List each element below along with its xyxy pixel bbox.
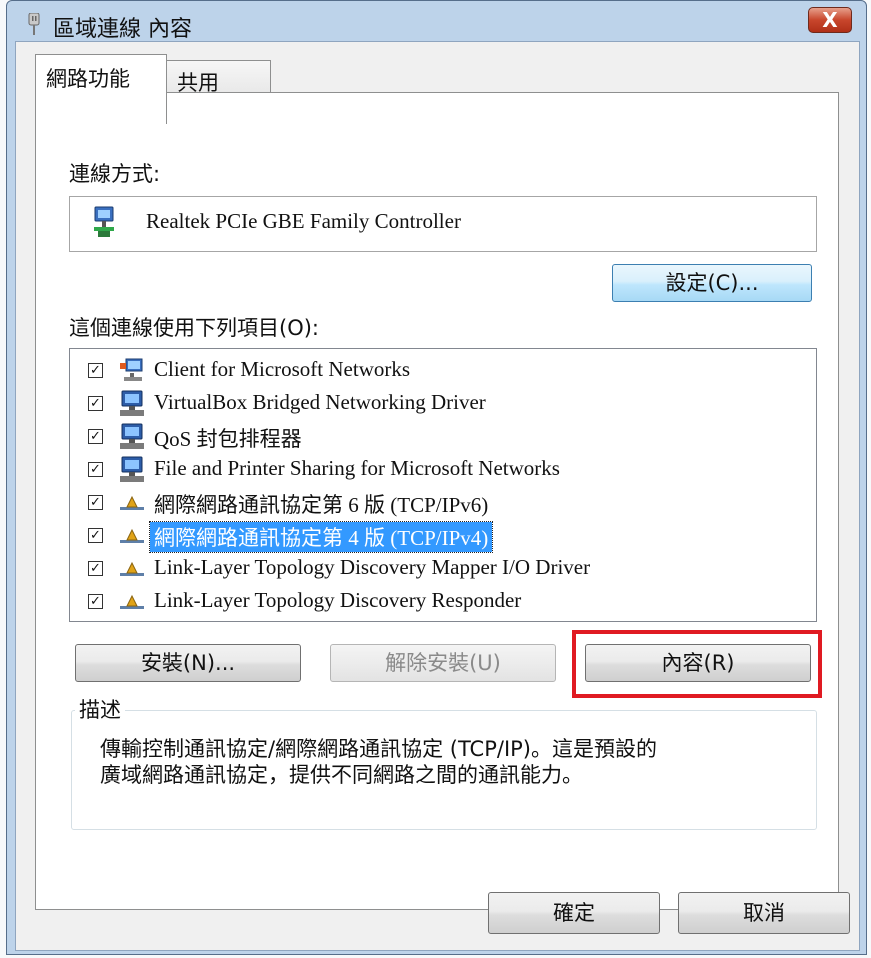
list-item[interactable]: ✓ Client for Microsoft Networks — [70, 353, 816, 386]
item-label: Link-Layer Topology Discovery Mapper I/O… — [154, 555, 591, 579]
protocol-icon — [120, 594, 144, 609]
network-service-icon — [120, 456, 144, 482]
item-label: Link-Layer Topology Discovery Responder — [154, 588, 522, 612]
item-checkbox[interactable]: ✓ — [88, 561, 103, 576]
item-label: 網際網路通訊協定第 4 版 (TCP/IPv4) — [148, 521, 494, 553]
cancel-button[interactable]: 取消 — [678, 892, 850, 934]
adapter-name: Realtek PCIe GBE Family Controller — [146, 209, 461, 233]
list-item[interactable]: ✓ Link-Layer Topology Discovery Mapper I… — [70, 551, 816, 584]
item-checkbox[interactable]: ✓ — [88, 363, 103, 378]
description-text: 傳輸控制通訊協定/網際網路通訊協定 (TCP/IP)。這是預設的 廣域網路通訊協… — [100, 736, 800, 788]
description-legend: 描述 — [75, 694, 125, 724]
connect-using-label: 連線方式: — [69, 162, 161, 186]
adapter-field: Realtek PCIe GBE Family Controller — [69, 196, 817, 252]
item-label: 網際網路通訊協定第 6 版 (TCP/IPv6) — [154, 493, 489, 517]
item-label: Client for Microsoft Networks — [154, 357, 411, 381]
item-checkbox[interactable]: ✓ — [88, 495, 103, 510]
item-checkbox[interactable]: ✓ — [88, 528, 103, 543]
network-service-icon — [120, 423, 144, 449]
list-item[interactable]: ✓ 網際網路通訊協定第 6 版 (TCP/IPv6) — [70, 485, 816, 518]
item-checkbox[interactable]: ✓ — [88, 396, 103, 411]
description-line: 廣域網路通訊協定，提供不同網路之間的通訊能力。 — [100, 763, 583, 787]
list-item[interactable]: ✓ VirtualBox Bridged Networking Driver — [70, 386, 816, 419]
components-list[interactable]: ✓ Client for Microsoft Networks ✓ Virtua… — [69, 348, 817, 622]
configure-button[interactable]: 設定(C)... — [612, 264, 812, 302]
item-label: File and Printer Sharing for Microsoft N… — [154, 456, 560, 480]
item-label: QoS 封包排程器 — [154, 427, 302, 451]
description-line: 傳輸控制通訊協定/網際網路通訊協定 (TCP/IP)。這是預設的 — [100, 737, 657, 761]
uninstall-button[interactable]: 解除安裝(U) — [330, 644, 556, 682]
window-title: 區域連線 內容 — [53, 17, 192, 42]
properties-highlight-box — [572, 630, 822, 698]
list-item-selected[interactable]: ✓ 網際網路通訊協定第 4 版 (TCP/IPv4) — [70, 518, 816, 553]
network-adapter-icon — [94, 206, 114, 237]
items-list-label: 這個連線使用下列項目(O): — [69, 316, 319, 340]
tab-networking[interactable]: 網路功能 — [35, 54, 167, 124]
item-checkbox[interactable]: ✓ — [88, 429, 103, 444]
protocol-icon — [120, 495, 144, 510]
title-bar[interactable]: 區域連線 內容 X — [7, 1, 866, 45]
protocol-icon — [120, 561, 144, 576]
network-connection-icon — [28, 13, 40, 35]
close-button[interactable]: X — [808, 7, 852, 33]
item-checkbox[interactable]: ✓ — [88, 462, 103, 477]
list-item[interactable]: ✓ Link-Layer Topology Discovery Responde… — [70, 584, 816, 617]
item-checkbox[interactable]: ✓ — [88, 594, 103, 609]
list-item[interactable]: ✓ QoS 封包排程器 — [70, 419, 816, 452]
install-button[interactable]: 安裝(N)... — [75, 644, 301, 682]
network-service-icon — [120, 390, 144, 416]
item-label: VirtualBox Bridged Networking Driver — [154, 390, 486, 414]
list-item[interactable]: ✓ File and Printer Sharing for Microsoft… — [70, 452, 816, 485]
network-client-icon — [120, 358, 143, 381]
protocol-icon — [120, 528, 144, 543]
ok-button[interactable]: 確定 — [488, 892, 660, 934]
